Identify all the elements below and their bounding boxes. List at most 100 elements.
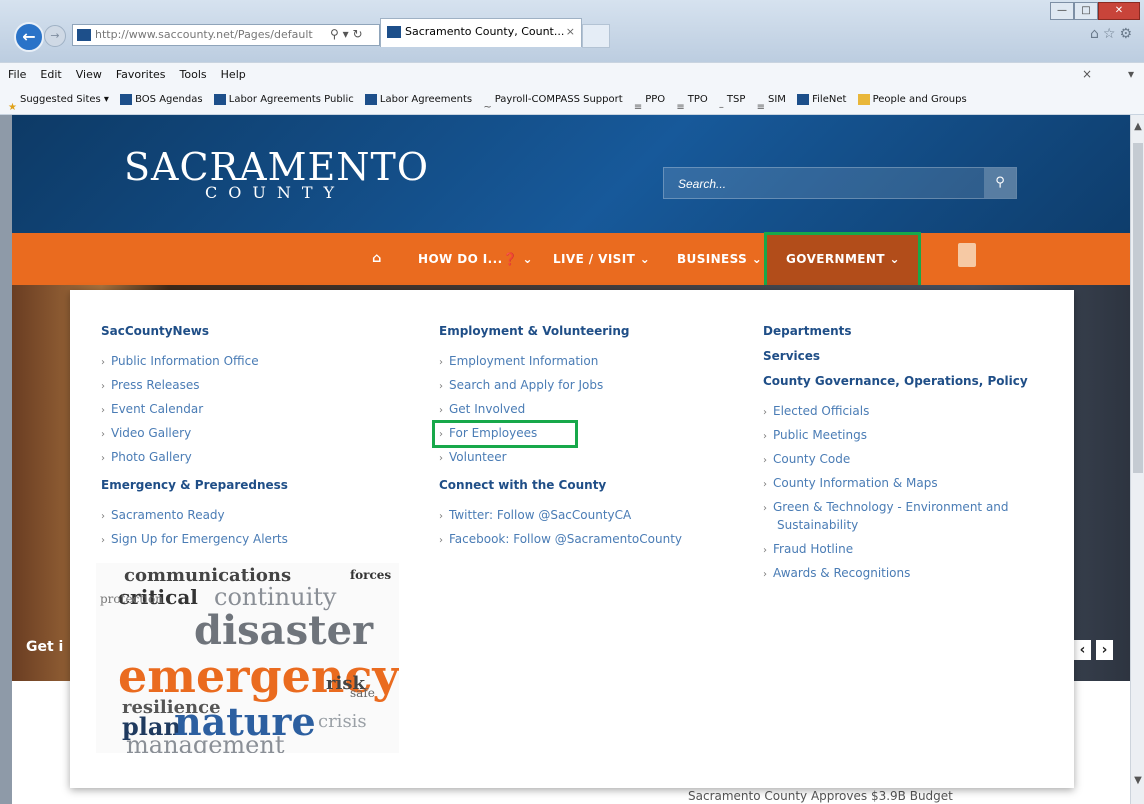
fav-people-and-groups[interactable]: People and Groups xyxy=(857,86,967,114)
document-icon[interactable] xyxy=(958,243,976,267)
close-window-button[interactable]: ✕ xyxy=(1098,2,1140,20)
menu-help[interactable]: Help xyxy=(221,63,246,87)
link-volunteer[interactable]: › Volunteer xyxy=(439,450,507,464)
link-twitter[interactable]: › Twitter: Follow @SacCountyCA xyxy=(439,508,631,522)
page-scrollbar[interactable]: ▲ ▼ xyxy=(1130,115,1144,804)
scroll-down-arrow-icon[interactable]: ▼ xyxy=(1131,775,1144,789)
link-fraud-hotline[interactable]: › Fraud Hotline xyxy=(763,542,853,556)
link-icon: ≡ xyxy=(676,101,685,113)
link-public-information-office[interactable]: › Public Information Office xyxy=(101,354,259,368)
fav-tpo[interactable]: ≡TPO xyxy=(676,86,707,114)
link-employment-information[interactable]: › Employment Information xyxy=(439,354,598,368)
heading-connect-county[interactable]: Connect with the County xyxy=(439,478,606,492)
emergency-word-cloud-image[interactable]: communications continuity critical disas… xyxy=(96,563,399,753)
word-management: management xyxy=(126,731,285,753)
chevron-right-icon: › xyxy=(763,407,767,418)
link-video-gallery[interactable]: › Video Gallery xyxy=(101,426,191,440)
link-elected-officials[interactable]: › Elected Officials xyxy=(763,404,869,418)
link-awards-recognitions[interactable]: › Awards & Recognitions xyxy=(763,566,910,580)
chevron-right-icon: › xyxy=(101,453,105,464)
fav-filenet[interactable]: FileNet xyxy=(797,86,846,114)
search-input[interactable] xyxy=(664,168,980,200)
back-arrow-icon: ← xyxy=(22,27,36,46)
link-county-info-maps[interactable]: › County Information & Maps xyxy=(763,476,938,490)
link-icon: – xyxy=(718,101,724,113)
hero-prev-button[interactable]: ‹ xyxy=(1074,640,1091,660)
new-tab-button[interactable] xyxy=(582,24,610,48)
web-page: SACRAMENTO COUNTY ⚲ ⌂ HOW DO I...❓ ⌄ LIV… xyxy=(12,115,1130,804)
for-employees-highlight xyxy=(432,420,578,448)
menu-file[interactable]: File xyxy=(8,63,26,87)
page-icon xyxy=(797,93,810,105)
search-button[interactable]: ⚲ xyxy=(984,168,1016,198)
link-get-involved[interactable]: › Get Involved xyxy=(439,402,525,416)
link-public-meetings[interactable]: › Public Meetings xyxy=(763,428,867,442)
link-icon: ≡ xyxy=(633,101,643,113)
nav-home-icon[interactable]: ⌂ xyxy=(372,233,382,285)
address-url: http://www.saccounty.net/Pages/default xyxy=(95,28,313,41)
menu-view[interactable]: View xyxy=(76,63,102,87)
heading-county-governance[interactable]: County Governance, Operations, Policy xyxy=(763,374,1028,388)
site-header: SACRAMENTO COUNTY ⚲ xyxy=(12,115,1130,233)
word-protection: protection xyxy=(100,592,163,606)
home-favorites-settings-icons[interactable]: ⌂☆⚙ xyxy=(1090,26,1136,42)
fav-labor-agreements-public[interactable]: Labor Agreements Public xyxy=(213,86,354,114)
tab-title: Sacramento County, Count... xyxy=(405,25,565,38)
tab-close-icon[interactable]: × xyxy=(566,19,575,45)
link-green-technology[interactable]: › Green & Technology - Environment and xyxy=(763,500,1009,514)
chevron-right-icon: › xyxy=(763,479,767,490)
menubar-close-icon[interactable]: × xyxy=(1082,62,1092,86)
nav-business[interactable]: BUSINESS ⌄ xyxy=(677,233,762,285)
forward-button[interactable]: → xyxy=(44,25,66,47)
link-county-code[interactable]: › County Code xyxy=(763,452,850,466)
chevron-right-icon: › xyxy=(101,429,105,440)
fav-sim[interactable]: ≡SIM xyxy=(757,86,786,114)
chevron-right-icon: › xyxy=(763,431,767,442)
fav-bos-agendas[interactable]: BOS Agendas xyxy=(120,86,203,114)
heading-departments[interactable]: Departments xyxy=(763,324,852,338)
menu-favorites[interactable]: Favorites xyxy=(116,63,166,87)
heading-services[interactable]: Services xyxy=(763,349,820,363)
extension-icon[interactable]: ▾ xyxy=(1128,62,1134,86)
back-button[interactable]: ← xyxy=(14,22,44,52)
fav-tsp[interactable]: –TSP xyxy=(719,86,746,114)
chevron-right-icon: › xyxy=(763,569,767,580)
hero-next-button[interactable]: › xyxy=(1096,640,1113,660)
heading-employment-volunteering[interactable]: Employment & Volunteering xyxy=(439,324,629,338)
link-facebook[interactable]: › Facebook: Follow @SacramentoCounty xyxy=(439,532,682,546)
forward-arrow-icon: → xyxy=(50,29,60,42)
link-search-apply-jobs[interactable]: › Search and Apply for Jobs xyxy=(439,378,603,392)
word-disaster: disaster xyxy=(194,607,374,654)
government-mega-menu: SacCountyNews › Public Information Office… xyxy=(70,290,1074,788)
fav-suggested-sites[interactable]: ★Suggested Sites ▾ xyxy=(8,86,109,114)
fav-ppo[interactable]: ≡PPO xyxy=(634,86,665,114)
star-icon: ★ xyxy=(8,101,17,113)
maximize-button[interactable]: □ xyxy=(1074,2,1098,20)
chevron-right-icon: › xyxy=(101,357,105,368)
menu-tools[interactable]: Tools xyxy=(180,63,207,87)
link-photo-gallery[interactable]: › Photo Gallery xyxy=(101,450,192,464)
nav-live-visit[interactable]: LIVE / VISIT ⌄ xyxy=(553,233,650,285)
news-headline[interactable]: Sacramento County Approves $3.9B Budget xyxy=(688,789,953,803)
site-logo-sub: COUNTY xyxy=(205,183,346,202)
address-tools[interactable]: ⚲ ▾ ↻ xyxy=(330,24,363,44)
nav-how-do-i[interactable]: HOW DO I...❓ ⌄ xyxy=(418,233,533,285)
scroll-thumb[interactable] xyxy=(1133,143,1143,473)
link-event-calendar[interactable]: › Event Calendar xyxy=(101,402,203,416)
link-green-technology-cont[interactable]: Sustainability xyxy=(777,518,858,532)
link-press-releases[interactable]: › Press Releases xyxy=(101,378,200,392)
fav-labor-agreements[interactable]: Labor Agreements xyxy=(364,86,472,114)
page-icon xyxy=(364,93,377,105)
heading-emergency-preparedness[interactable]: Emergency & Preparedness xyxy=(101,478,288,492)
heading-saccountynews[interactable]: SacCountyNews xyxy=(101,324,209,338)
favorites-bar: ★Suggested Sites ▾ BOS Agendas Labor Agr… xyxy=(0,86,1144,115)
browser-tab[interactable]: Sacramento County, Count... × xyxy=(380,18,582,47)
scroll-up-arrow-icon[interactable]: ▲ xyxy=(1131,121,1144,135)
link-sacramento-ready[interactable]: › Sacramento Ready xyxy=(101,508,225,522)
chevron-right-icon: › xyxy=(101,405,105,416)
chevron-right-icon: › xyxy=(763,545,767,556)
menu-edit[interactable]: Edit xyxy=(40,63,61,87)
fav-payroll-compass[interactable]: ~Payroll-COMPASS Support xyxy=(483,86,622,114)
minimize-button[interactable]: — xyxy=(1050,2,1074,20)
link-emergency-alerts[interactable]: › Sign Up for Emergency Alerts xyxy=(101,532,288,546)
